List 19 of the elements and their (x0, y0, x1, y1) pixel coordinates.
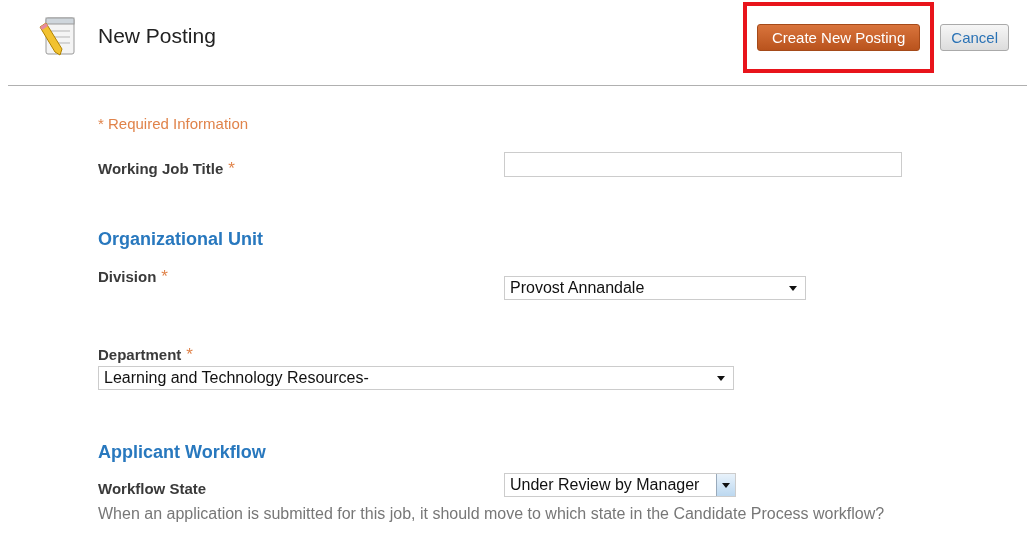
field-label: Workflow State (98, 480, 207, 497)
required-asterisk: * (161, 268, 168, 285)
required-note: * Required Information (98, 115, 250, 132)
required-asterisk: * (228, 160, 235, 177)
cancel-button[interactable]: Cancel (940, 24, 1009, 51)
notepad-pencil-icon (38, 14, 78, 57)
page-title: New Posting (98, 23, 216, 48)
text-field[interactable] (504, 152, 902, 177)
create-posting-button[interactable]: Create New Posting (756, 24, 921, 51)
field-label: Division (98, 268, 157, 285)
field-label: Department (98, 346, 182, 363)
help-text: When an application is submitted for this job, it should move to which state in the Candidate Process workflow? (98, 505, 886, 523)
section-heading: Applicant Workflow (98, 442, 267, 463)
required-asterisk: * (186, 346, 193, 363)
field-label: Working Job Title (98, 160, 224, 177)
dropdown[interactable]: Learning and Technology Resources- (98, 366, 734, 390)
dropdown[interactable]: Provost Annandale (504, 276, 806, 300)
section-heading: Organizational Unit (98, 229, 264, 250)
dropdown[interactable]: Under Review by Manager (504, 473, 736, 497)
